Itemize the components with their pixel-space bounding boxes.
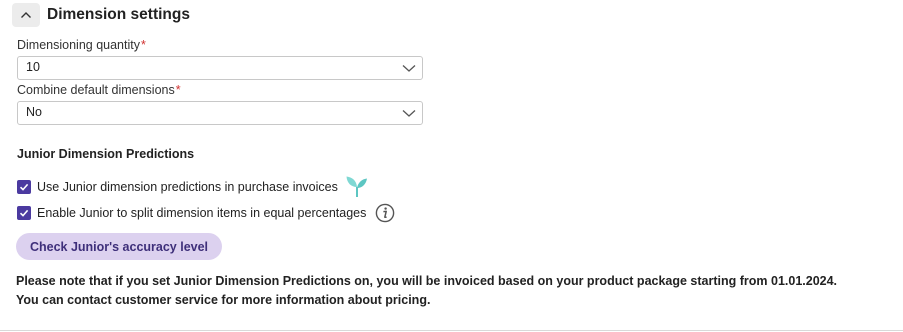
dimensioning-quantity-value: 10	[26, 60, 40, 74]
dimensioning-quantity-label: Dimensioning quantity*	[17, 38, 146, 52]
use-junior-predictions-checkbox[interactable]	[17, 180, 31, 194]
dimensioning-quantity-label-text: Dimensioning quantity	[17, 38, 140, 52]
checkmark-icon	[19, 183, 29, 191]
combine-default-dimensions-select[interactable]: No	[17, 101, 423, 125]
split-dimension-items-checkbox[interactable]	[17, 206, 31, 220]
section-title: Dimension settings	[47, 6, 190, 23]
split-dimension-items-row: Enable Junior to split dimension items i…	[17, 203, 395, 223]
required-marker: *	[141, 38, 146, 52]
dimensioning-quantity-select[interactable]: 10	[17, 56, 423, 80]
use-junior-predictions-label: Use Junior dimension predictions in purc…	[37, 180, 338, 194]
check-junior-accuracy-button[interactable]: Check Junior's accuracy level	[16, 233, 222, 260]
combine-default-dimensions-value: No	[26, 105, 42, 119]
pricing-note: Please note that if you set Junior Dimen…	[16, 272, 876, 310]
combine-default-dimensions-label: Combine default dimensions*	[17, 83, 181, 97]
pricing-note-line-1: Please note that if you set Junior Dimen…	[16, 274, 838, 288]
combine-default-dimensions-label-text: Combine default dimensions	[17, 83, 175, 97]
checkmark-icon	[19, 209, 29, 217]
sprout-leaf-icon	[346, 176, 367, 197]
required-marker: *	[175, 83, 181, 97]
section-header: Dimension settings	[12, 3, 190, 27]
info-icon[interactable]	[375, 203, 395, 223]
pricing-note-line-2: You can contact customer service for mor…	[16, 293, 431, 307]
junior-predictions-heading: Junior Dimension Predictions	[17, 147, 195, 161]
chevron-down-icon	[402, 65, 416, 72]
section-divider	[0, 330, 903, 331]
split-dimension-items-label: Enable Junior to split dimension items i…	[37, 206, 367, 220]
use-junior-predictions-row: Use Junior dimension predictions in purc…	[17, 176, 368, 197]
chevron-down-icon	[402, 110, 416, 117]
collapse-section-button[interactable]	[12, 3, 40, 27]
chevron-up-icon	[21, 12, 31, 18]
